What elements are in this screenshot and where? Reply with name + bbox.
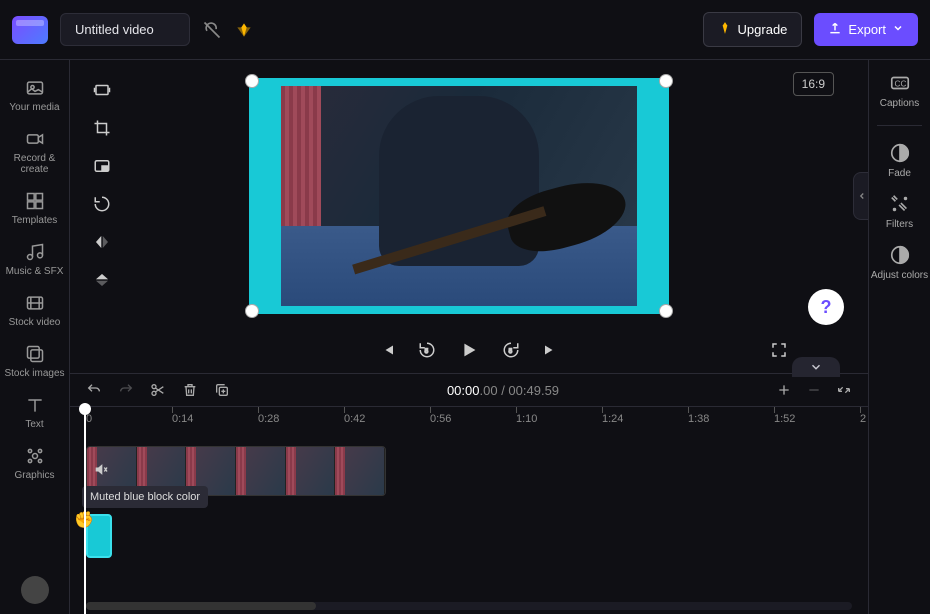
pip-tool-icon[interactable] (88, 152, 116, 180)
right-sidebar: CC Captions Fade Filters Adjust colors (868, 60, 930, 614)
cloud-sync-off-icon[interactable] (202, 20, 222, 40)
sidebar-item-label: Templates (12, 215, 58, 226)
timeline-toolbar: 00:00.00 / 00:49.59 (70, 373, 868, 406)
rotate-tool-icon[interactable] (88, 190, 116, 218)
playhead[interactable] (84, 407, 86, 614)
right-item-captions[interactable]: CC Captions (869, 72, 930, 109)
sidebar-item-label: Stock video (9, 317, 61, 328)
flip-vertical-icon[interactable] (88, 266, 116, 294)
timecode-display: 00:00.00 / 00:49.59 (246, 383, 760, 398)
sidebar-item-text[interactable]: Text (0, 389, 69, 436)
right-item-adjust-colors[interactable]: Adjust colors (869, 244, 930, 281)
resize-handle-tl[interactable] (245, 74, 259, 88)
ruler-tick: 2 (860, 413, 866, 425)
sidebar-item-label: Stock images (4, 368, 64, 379)
undo-button[interactable] (86, 382, 102, 398)
timeline-collapse-button[interactable] (792, 357, 840, 377)
top-bar: Untitled video Upgrade Export (0, 0, 930, 60)
ruler-tick: 1:52 (774, 413, 795, 425)
right-panel-collapse[interactable] (853, 172, 868, 220)
upload-icon (828, 21, 842, 38)
premium-diamond-icon[interactable] (234, 20, 254, 40)
canvas-container (130, 70, 788, 321)
redo-button[interactable] (118, 382, 134, 398)
svg-text:5: 5 (509, 349, 513, 355)
resize-handle-br[interactable] (659, 304, 673, 318)
timeline-ruler[interactable]: 0 0:14 0:28 0:42 0:56 1:10 1:24 1:38 1:5… (70, 406, 868, 434)
diamond-icon (718, 21, 732, 38)
main-area: 16:9 ? 5 5 (70, 60, 868, 614)
sidebar-item-stock-video[interactable]: Stock video (0, 287, 69, 334)
ruler-tick: 1:38 (688, 413, 709, 425)
fullscreen-button[interactable] (770, 341, 788, 359)
svg-text:5: 5 (425, 349, 429, 355)
mute-icon[interactable] (93, 462, 109, 481)
timeline-scrollbar[interactable] (86, 602, 852, 610)
right-item-label: Adjust colors (871, 270, 928, 281)
fit-tool-icon[interactable] (88, 76, 116, 104)
app-logo[interactable] (12, 16, 48, 44)
right-item-fade[interactable]: Fade (869, 142, 930, 179)
playback-controls: 5 5 (70, 331, 868, 373)
duplicate-button[interactable] (214, 382, 230, 398)
upgrade-button[interactable]: Upgrade (703, 12, 803, 47)
right-item-label: Captions (880, 98, 919, 109)
flip-horizontal-icon[interactable] (88, 228, 116, 256)
preview-area: 16:9 ? (70, 60, 868, 331)
export-button[interactable]: Export (814, 13, 918, 46)
help-button[interactable]: ? (808, 289, 844, 325)
sidebar-item-templates[interactable]: Templates (0, 185, 69, 232)
crop-tool-icon[interactable] (88, 114, 116, 142)
current-time: 00:00 (447, 383, 480, 398)
sidebar-item-record-create[interactable]: Record & create (0, 123, 69, 181)
right-item-label: Fade (888, 168, 911, 179)
sidebar-item-label: Record & create (2, 153, 67, 175)
upgrade-label: Upgrade (738, 22, 788, 37)
ruler-tick: 1:10 (516, 413, 537, 425)
ruler-tick: 1:24 (602, 413, 623, 425)
sidebar-item-music-sfx[interactable]: Music & SFX (0, 236, 69, 283)
ruler-tick: 0:14 (172, 413, 193, 425)
delete-button[interactable] (182, 382, 198, 398)
ruler-tick: 0 (86, 413, 92, 425)
clip-tooltip: Muted blue block color (82, 486, 208, 508)
left-sidebar: Your media Record & create Templates Mus… (0, 60, 70, 614)
sidebar-item-graphics[interactable]: Graphics (0, 440, 69, 487)
resize-handle-tr[interactable] (659, 74, 673, 88)
project-title-input[interactable]: Untitled video (60, 13, 190, 46)
resize-handle-bl[interactable] (245, 304, 259, 318)
fit-timeline-button[interactable] (836, 382, 852, 398)
sidebar-item-stock-images[interactable]: Stock images (0, 338, 69, 385)
video-preview[interactable] (281, 86, 637, 306)
canvas-selection-frame[interactable] (249, 78, 669, 314)
skip-start-button[interactable] (378, 341, 396, 359)
sidebar-item-your-media[interactable]: Your media (0, 72, 69, 119)
aspect-ratio-selector[interactable]: 16:9 (793, 72, 834, 96)
sidebar-item-label: Graphics (14, 470, 54, 481)
canvas-toolbar (88, 76, 116, 294)
sidebar-item-label: Your media (9, 102, 59, 113)
duration-time: 00:49 (508, 383, 541, 398)
ruler-tick: 0:42 (344, 413, 365, 425)
rewind-5s-button[interactable]: 5 (418, 341, 436, 359)
export-label: Export (848, 22, 886, 37)
sidebar-item-label: Text (25, 419, 43, 430)
sidebar-item-label: Music & SFX (6, 266, 64, 277)
forward-5s-button[interactable]: 5 (502, 341, 520, 359)
user-avatar[interactable] (21, 576, 49, 604)
zoom-in-button[interactable] (776, 382, 792, 398)
split-button[interactable] (150, 382, 166, 398)
skip-end-button[interactable] (542, 341, 560, 359)
ruler-tick: 0:56 (430, 413, 451, 425)
zoom-out-button[interactable] (806, 382, 822, 398)
play-button[interactable] (458, 339, 480, 361)
svg-text:CC: CC (894, 80, 906, 89)
timeline-tracks[interactable]: Muted blue block color ✊ (70, 434, 868, 614)
ruler-tick: 0:28 (258, 413, 279, 425)
chevron-down-icon (892, 22, 904, 37)
right-item-filters[interactable]: Filters (869, 193, 930, 230)
right-item-label: Filters (886, 219, 913, 230)
